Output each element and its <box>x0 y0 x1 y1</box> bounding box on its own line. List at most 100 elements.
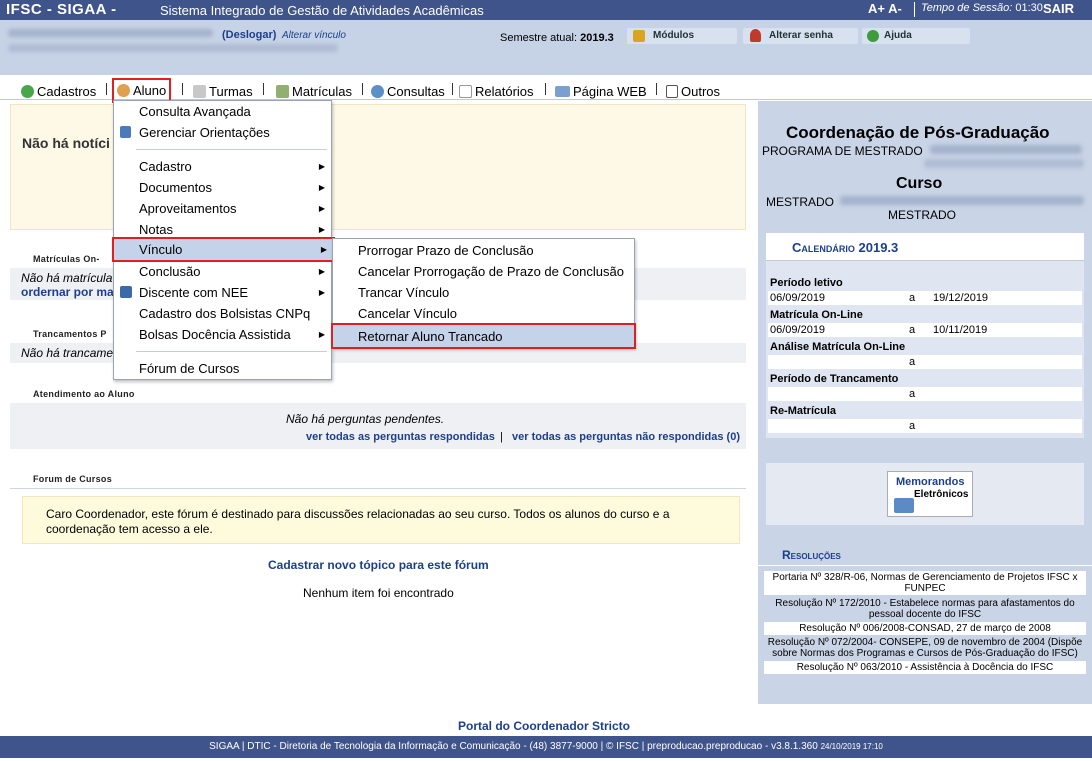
menu-consultas[interactable]: Consultas <box>371 82 445 100</box>
change-link-link[interactable]: Alterar vínculo <box>282 30 346 41</box>
search-icon <box>371 84 384 98</box>
trancamentos-heading: Trancamentos P <box>33 329 107 339</box>
menu-cancelar-prorrogacao[interactable]: Cancelar Prorrogação de Prazo de Conclus… <box>333 261 634 281</box>
system-name: IFSC - SIGAA - <box>6 1 117 18</box>
calendar-box: Calendário 2019.3 Período letivo 06/09/2… <box>766 233 1084 438</box>
calendar-header: Calendário 2019.3 <box>766 233 1084 261</box>
font-size-controls[interactable]: A+ A- <box>868 1 902 16</box>
aluno-dropdown-menu: Consulta Avançada Gerenciar Orientações … <box>112 100 335 380</box>
submenu-arrow-icon: ▶ <box>318 287 325 297</box>
menu-turmas[interactable]: Turmas <box>193 82 253 100</box>
forum-info-text: Caro Coordenador, este fórum é destinado… <box>46 507 670 536</box>
phone-icon <box>666 84 678 98</box>
cal-sep: a <box>909 388 916 400</box>
menu-aproveitamentos[interactable]: Aproveitamentos ▶ <box>114 198 331 218</box>
menu-divider <box>136 351 327 352</box>
matriculas-heading: Matrículas On- <box>33 254 100 264</box>
main-menu-bar: Cadastros Aluno Turmas Matrículas Consul… <box>0 78 1092 103</box>
cal-label: Análise Matrícula On-Line <box>770 341 906 353</box>
help-label: Ajuda <box>884 30 912 41</box>
resolucao-link[interactable]: Portaria Nº 328/R-06, Normas de Gerencia… <box>764 571 1086 595</box>
menu-relatorios[interactable]: Relatórios <box>459 82 534 100</box>
menu-retornar-aluno-trancado[interactable]: Retornar Aluno Trancado <box>331 323 636 349</box>
menu-matriculas[interactable]: Matrículas <box>276 82 352 100</box>
menu-gerenciar-orientacoes[interactable]: Gerenciar Orientações <box>114 122 331 142</box>
course-title: Curso <box>896 175 943 192</box>
class-icon <box>193 84 206 98</box>
menu-matriculas-label: Matrículas <box>292 83 352 99</box>
course-label: MESTRADO <box>766 195 835 209</box>
menu-relatorios-label: Relatórios <box>475 83 534 99</box>
logout-button[interactable]: SAIR <box>1043 1 1074 16</box>
change-password-label: Alterar senha <box>769 30 833 41</box>
unanswered-questions-link[interactable]: ver todas as perguntas não respondidas (… <box>512 431 740 443</box>
atendimento-heading: Atendimento ao Aluno <box>33 389 135 399</box>
forum-heading: Forum de Cursos <box>33 474 113 484</box>
menu-consulta-avancada[interactable]: Consulta Avançada <box>114 101 331 121</box>
course-level: MESTRADO <box>888 208 957 222</box>
user-key-icon <box>750 29 761 42</box>
user-name-redacted <box>8 29 213 37</box>
menu-cadastros-label: Cadastros <box>37 83 97 99</box>
menu-notas[interactable]: Notas ▶ <box>114 219 331 239</box>
cal-row <box>768 419 1082 433</box>
menu-documentos[interactable]: Documentos ▶ <box>114 177 331 197</box>
logout-link[interactable]: (Deslogar) <box>222 29 276 41</box>
menu-pagina-web[interactable]: Página WEB <box>555 82 647 100</box>
menu-trancar-vinculo[interactable]: Trancar Vínculo <box>333 282 634 302</box>
menu-divider <box>656 83 657 95</box>
menu-aluno[interactable]: Aluno <box>111 78 172 103</box>
resolucoes-list: Portaria Nº 328/R-06, Normas de Gerencia… <box>764 571 1086 674</box>
change-password-button[interactable]: Alterar senha <box>743 28 858 44</box>
menu-cadastros[interactable]: Cadastros <box>21 82 96 100</box>
menu-divider <box>452 83 453 95</box>
cal-label: Período letivo <box>770 277 843 289</box>
no-questions-text: Não há perguntas pendentes. <box>286 412 445 426</box>
trancamentos-text: Não há trancame <box>21 346 114 360</box>
cal-row <box>768 387 1082 401</box>
system-fullname: Sistema Integrado de Gestão de Atividade… <box>160 3 484 18</box>
resolucao-link[interactable]: Resolução Nº 072/2004- CONSEPE, 09 de no… <box>764 636 1086 660</box>
help-icon <box>867 30 879 42</box>
submenu-arrow-icon: ▶ <box>318 203 325 213</box>
portal-link[interactable]: Portal do Coordenador Stricto <box>458 719 630 733</box>
menu-bolsistas-cnpq[interactable]: Cadastro dos Bolsistas CNPq <box>114 303 331 323</box>
modules-label: Módulos <box>653 30 695 41</box>
menu-discente-nee[interactable]: Discente com NEE ▶ <box>114 282 331 302</box>
menu-divider <box>545 83 546 95</box>
menu-bolsas-docencia[interactable]: Bolsas Docência Assistida ▶ <box>114 324 331 344</box>
modules-button[interactable]: Módulos <box>627 28 737 44</box>
cal-sep: a <box>909 420 916 432</box>
answered-questions-link[interactable]: ver todas as perguntas respondidas <box>306 431 495 443</box>
menu-forum-cursos[interactable]: Fórum de Cursos <box>114 358 331 378</box>
new-topic-link[interactable]: Cadastrar novo tópico para este fórum <box>268 558 489 572</box>
cal-label: Re-Matrícula <box>770 405 837 417</box>
menu-vinculo[interactable]: Vínculo ▶ <box>112 237 335 262</box>
menu-outros[interactable]: Outros <box>666 82 720 100</box>
menu-prorrogar-prazo[interactable]: Prorrogar Prazo de Conclusão <box>333 240 634 260</box>
menu-divider <box>362 83 363 95</box>
menu-turmas-label: Turmas <box>209 83 253 99</box>
program-label: PROGRAMA DE MESTRADO <box>762 144 923 158</box>
resolucao-link[interactable]: Resolução Nº 063/2010 - Assistência à Do… <box>764 661 1086 674</box>
menu-cadastro[interactable]: Cadastro ▶ <box>114 156 331 176</box>
resolucao-link[interactable]: Resolução Nº 006/2008-CONSAD, 27 de març… <box>764 622 1086 635</box>
document-icon <box>120 126 131 138</box>
memorandos-button[interactable]: Memorandos Eletrônicos <box>887 471 973 517</box>
matriculas-text: Não há matrícula <box>21 271 113 285</box>
submenu-arrow-icon: ▶ <box>320 245 327 254</box>
footer-text: SIGAA | DTIC - Diretoria de Tecnologia d… <box>209 741 818 752</box>
menu-pagina-web-label: Página WEB <box>573 83 647 99</box>
accessibility-icon <box>120 286 132 298</box>
cal-end: 19/12/2019 <box>933 292 989 304</box>
order-link[interactable]: ordernar por ma <box>21 285 114 299</box>
menu-cancelar-vinculo[interactable]: Cancelar Vínculo <box>333 303 634 323</box>
semester-label: Semestre atual: 2019.3 <box>500 32 614 44</box>
help-button[interactable]: Ajuda <box>862 28 970 44</box>
menu-divider <box>263 83 264 95</box>
cal-start: 06/09/2019 <box>770 292 826 304</box>
plus-circle-icon <box>21 84 34 98</box>
resolucao-link[interactable]: Resolução Nº 172/2010 - Estabelece norma… <box>764 597 1086 621</box>
resolucoes-divider <box>758 565 1092 566</box>
menu-conclusao[interactable]: Conclusão ▶ <box>114 261 331 281</box>
